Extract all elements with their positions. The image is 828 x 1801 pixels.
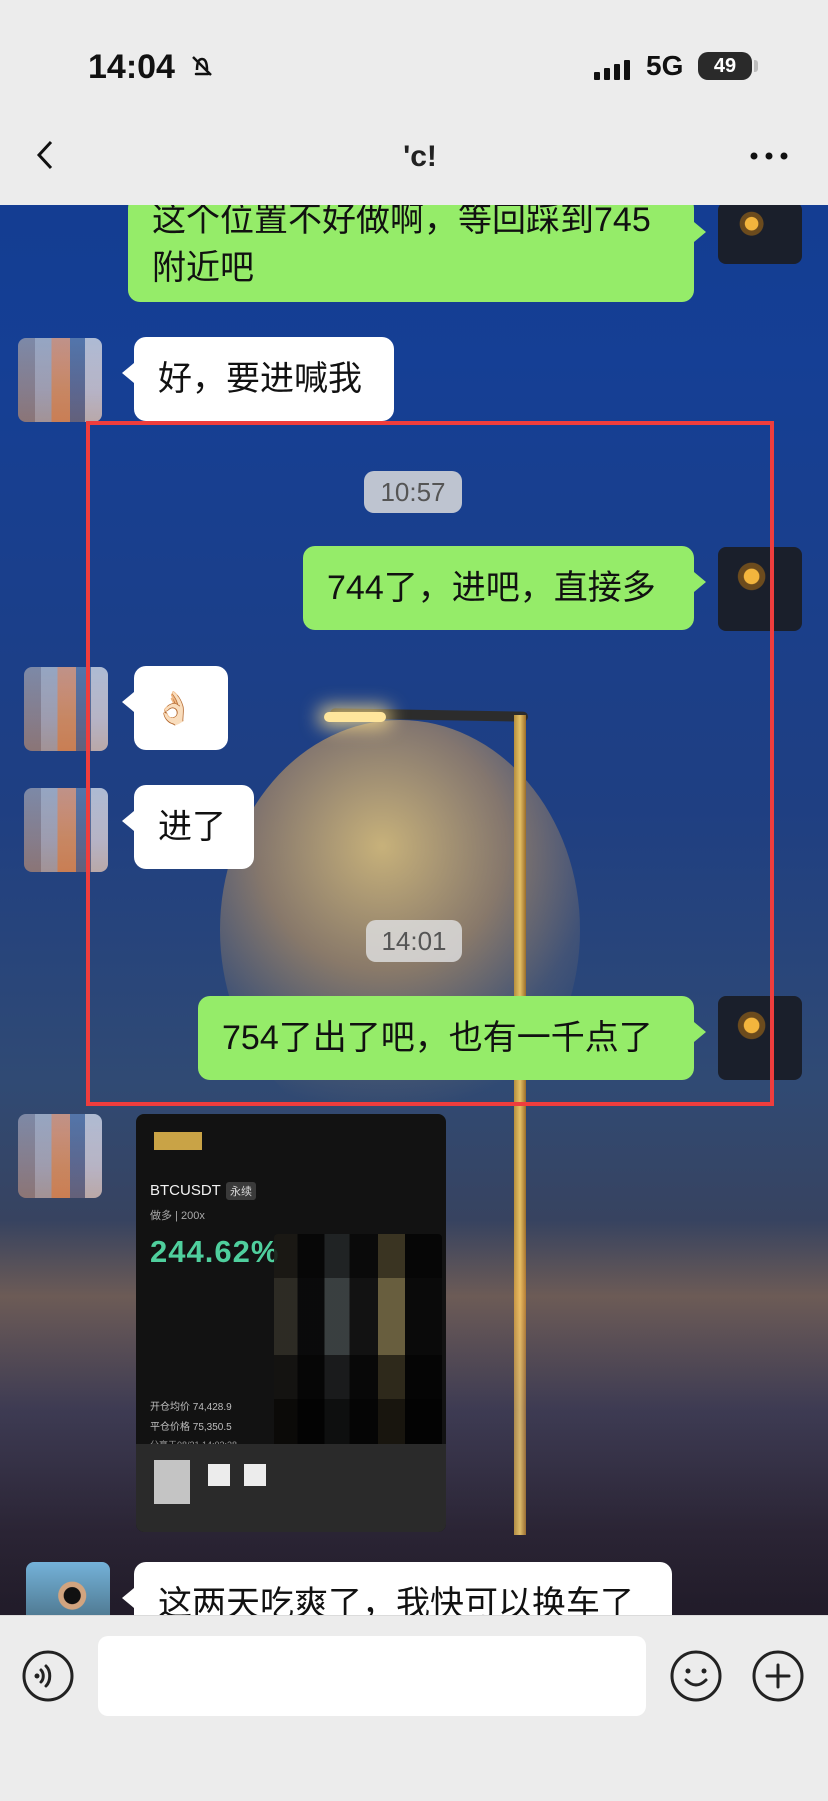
input-bar: [0, 1615, 828, 1801]
exit-price-row: 平仓价格 75,350.5: [150, 1418, 232, 1433]
trade-share-card[interactable]: BTCUSDT 永续 做多 | 200x 244.62% 开仓均价 74,428…: [136, 1114, 446, 1532]
message-bubble-right: 这个位置不好做啊，等回踩到745附近吧: [128, 196, 706, 302]
message-text: 754了出了吧，也有一千点了: [222, 1019, 653, 1057]
avatar-contact[interactable]: [18, 338, 102, 422]
time-stamp: 14:01: [366, 920, 462, 962]
exit-price-label: 平仓价格: [150, 1422, 190, 1433]
trade-direction: 做多: [150, 1210, 172, 1222]
trade-card-image: [274, 1234, 442, 1454]
avatar-self[interactable]: [718, 202, 802, 264]
trade-pnl: 244.62%: [150, 1234, 280, 1269]
message-input[interactable]: [98, 1636, 646, 1716]
trade-meta: 做多 | 200x: [150, 1207, 205, 1223]
chevron-left-icon[interactable]: [28, 137, 64, 173]
network-label: 5G: [646, 50, 684, 81]
emoji-ok-hand: 👌🏻: [154, 690, 194, 726]
entry-price-label: 开仓均价: [150, 1402, 190, 1413]
message-text: 这个位置不好做啊，等回踩到745附近吧: [152, 201, 651, 287]
avatar-contact[interactable]: [24, 788, 108, 872]
trade-tag: 永续: [226, 1182, 256, 1200]
message-bubble-right: 744了，进吧，直接多: [303, 546, 706, 630]
message-bubble-right: 754了出了吧，也有一千点了: [198, 996, 706, 1080]
avatar-contact[interactable]: [18, 1114, 102, 1198]
entry-price-row: 开仓均价 74,428.9: [150, 1398, 232, 1413]
message-text: 进了: [158, 808, 226, 846]
footer-mark: [154, 1460, 190, 1504]
message-bubble-left: 进了: [122, 785, 254, 869]
trade-separator: |: [175, 1210, 178, 1222]
more-horizontal-icon[interactable]: [748, 150, 790, 162]
avatar-self[interactable]: [718, 547, 802, 631]
entry-price-value: 74,428.9: [192, 1402, 232, 1413]
message-bubble-left: 好，要进喊我: [122, 337, 394, 421]
lamp-head: [324, 712, 386, 722]
add-icon[interactable]: [750, 1648, 806, 1704]
signal-icon: [594, 60, 630, 80]
message-text: 744了，进吧，直接多: [327, 569, 656, 607]
footer-mark: [208, 1464, 230, 1486]
message-text: 好，要进喊我: [158, 360, 362, 398]
avatar-contact[interactable]: [24, 667, 108, 751]
brand-mark: [154, 1132, 202, 1150]
message-bubble-left: 👌🏻: [122, 666, 228, 750]
chat-title: 'c!: [403, 140, 437, 173]
battery-indicator: 49: [698, 52, 752, 80]
status-bar: 14:04 5G 49 'c!: [0, 0, 828, 205]
footer-mark: [244, 1464, 266, 1486]
chat-screen: 14:04 5G 49 'c! 这个位置不好做啊，等回踩到745附近吧 好，要进…: [0, 0, 828, 1801]
emoji-icon[interactable]: [668, 1648, 724, 1704]
time-stamp: 10:57: [364, 471, 462, 513]
trade-leverage: 200x: [180, 1210, 205, 1222]
exit-price-value: 75,350.5: [192, 1422, 232, 1433]
voice-icon[interactable]: [20, 1648, 76, 1704]
bell-slash-icon: [192, 56, 212, 76]
trade-symbol: BTCUSDT: [150, 1182, 221, 1199]
status-time: 14:04: [88, 48, 175, 86]
battery-cap: [754, 60, 758, 72]
card-footer: [136, 1444, 446, 1532]
avatar-self[interactable]: [718, 996, 802, 1080]
